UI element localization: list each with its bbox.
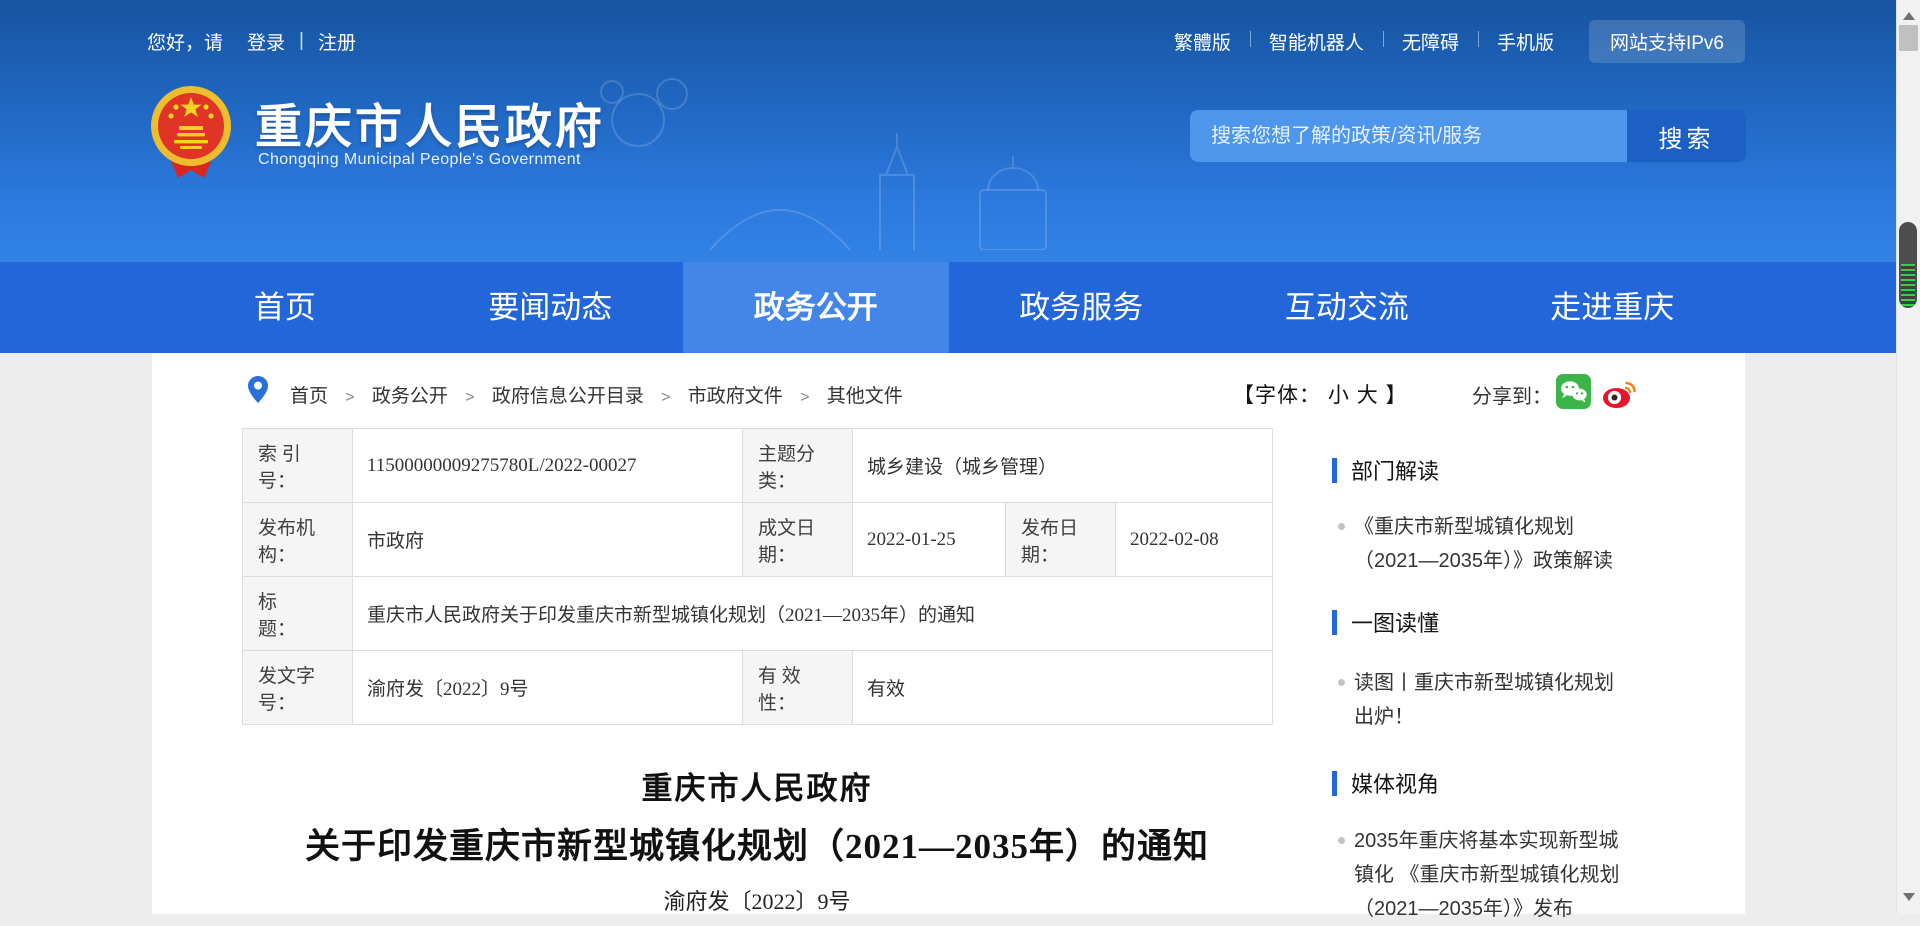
sidebar-section-media-view: 媒体视角 <box>1332 767 1439 799</box>
top-utility-bar: 您好，请 登录 | 注册 繁體版 智能机器人 无障碍 手机版 网站支持IPv6 <box>147 22 1745 60</box>
document-info-table: 索 引 号： 11500000009275780L/2022-00027 主题分… <box>242 428 1273 725</box>
breadcrumb-home[interactable]: 首页 <box>290 386 328 407</box>
validity-value: 有效 <box>853 651 1273 725</box>
content-panel: 首页 > 政务公开 > 政府信息公开目录 > 市政府文件 > 其他文件 【字体：… <box>152 353 1745 914</box>
header-banner: 您好，请 登录 | 注册 繁體版 智能机器人 无障碍 手机版 网站支持IPv6 <box>0 0 1920 262</box>
share-label: 分享到： <box>1472 386 1552 408</box>
wechat-share-icon[interactable] <box>1556 374 1591 415</box>
sidebar-section-department-interpretation: 部门解读 <box>1332 454 1439 486</box>
sidebar-item-media-article[interactable]: 2035年重庆将基本实现新型城镇化 《重庆市新型城镇化规划（2021—2035年… <box>1338 824 1626 926</box>
document-number: 渝府发〔2022〕9号 <box>242 884 1272 916</box>
sidebar-item-policy-interpretation[interactable]: 《重庆市新型城镇化规划（2021—2035年）》政策解读 <box>1338 510 1626 578</box>
breadcrumb-separator: > <box>465 389 474 406</box>
smart-robot-link[interactable]: 智能机器人 <box>1250 28 1383 55</box>
breadcrumb: 首页 > 政务公开 > 政府信息公开目录 > 市政府文件 > 其他文件 <box>290 381 903 408</box>
nav-items: 首页 要闻动态 政务公开 政务服务 互动交流 走进重庆 <box>152 262 1745 353</box>
scroll-progress-widget[interactable] <box>1899 222 1917 308</box>
traditional-chinese-link[interactable]: 繁體版 <box>1155 28 1250 55</box>
breadcrumb-separator: > <box>800 389 809 406</box>
login-register-divider: | <box>299 30 304 52</box>
breadcrumb-separator: > <box>661 389 670 406</box>
search-button[interactable]: 搜索 <box>1627 110 1746 162</box>
breadcrumb-info-directory[interactable]: 政府信息公开目录 <box>492 386 644 407</box>
ipv6-badge[interactable]: 网站支持IPv6 <box>1589 20 1745 63</box>
nav-item-gov-affairs-open[interactable]: 政务公开 <box>683 262 949 353</box>
scrollbar-track[interactable] <box>1896 0 1920 914</box>
sidebar-section-one-image: 一图读懂 <box>1332 606 1439 638</box>
publish-date-value: 2022-02-08 <box>1116 503 1273 577</box>
table-row: 发文字号： 渝府发〔2022〕9号 有 效 性： 有效 <box>243 651 1273 725</box>
index-number-label: 索 引 号： <box>243 429 353 503</box>
written-date-value: 2022-01-25 <box>853 503 1006 577</box>
breadcrumb-separator: > <box>345 389 354 406</box>
nav-item-news[interactable]: 要闻动态 <box>418 262 684 353</box>
section-accent-bar <box>1332 610 1337 635</box>
section-accent-bar <box>1332 771 1337 796</box>
doc-number-label: 发文字号： <box>243 651 353 725</box>
title-label: 标 题： <box>243 577 353 651</box>
issuing-agency-label: 发布机构： <box>243 503 353 577</box>
nav-item-interaction[interactable]: 互动交流 <box>1214 262 1480 353</box>
site-title-english: Chongqing Municipal People's Government <box>258 151 581 169</box>
validity-label: 有 效 性： <box>743 651 853 725</box>
font-label-open: 【字体： <box>1233 384 1321 407</box>
national-emblem-icon <box>150 82 232 184</box>
location-pin-icon <box>248 376 268 403</box>
section-title: 媒体视角 <box>1351 767 1439 799</box>
section-accent-bar <box>1332 458 1337 483</box>
document-org-line: 重庆市人民政府 <box>242 763 1272 808</box>
account-links: 您好，请 登录 | 注册 <box>147 28 356 55</box>
nav-item-home[interactable]: 首页 <box>152 262 418 353</box>
accessibility-link[interactable]: 无障碍 <box>1383 28 1478 55</box>
breadcrumb-other-documents[interactable]: 其他文件 <box>827 386 903 407</box>
font-larger-button[interactable]: 大 <box>1357 384 1379 407</box>
publish-date-label: 发布日期： <box>1006 503 1116 577</box>
section-title: 一图读懂 <box>1351 606 1439 638</box>
scrollbar-up-arrow-icon[interactable] <box>1903 12 1915 20</box>
breadcrumb-gov-open[interactable]: 政务公开 <box>372 386 448 407</box>
nav-item-about-chongqing[interactable]: 走进重庆 <box>1480 262 1746 353</box>
table-row: 标 题： 重庆市人民政府关于印发重庆市新型城镇化规划（2021—2035年）的通… <box>243 577 1273 651</box>
scrollbar-thumb[interactable] <box>1899 25 1918 51</box>
doc-number-value: 渝府发〔2022〕9号 <box>353 651 743 725</box>
quick-links: 繁體版 智能机器人 无障碍 手机版 网站支持IPv6 <box>1155 20 1745 63</box>
font-smaller-button[interactable]: 小 <box>1328 384 1350 407</box>
section-title: 部门解读 <box>1351 454 1439 486</box>
register-link[interactable]: 注册 <box>318 28 356 55</box>
share-bar: 分享到： <box>1472 380 1552 409</box>
weibo-share-icon[interactable] <box>1601 374 1638 416</box>
font-size-tools: 【字体： 小 大 】 <box>1233 379 1408 409</box>
font-label-close: 】 <box>1386 384 1408 407</box>
page: { "topbar": { "greeting": "您好，请", "login… <box>0 0 1920 914</box>
skyline-decoration <box>560 50 1080 250</box>
main-navigation: 首页 要闻动态 政务公开 政务服务 互动交流 走进重庆 <box>0 262 1920 353</box>
table-row: 索 引 号： 11500000009275780L/2022-00027 主题分… <box>243 429 1273 503</box>
login-link[interactable]: 登录 <box>247 28 285 55</box>
search-box: 搜索 <box>1190 110 1746 162</box>
breadcrumb-city-documents[interactable]: 市政府文件 <box>688 386 783 407</box>
topic-category-value: 城乡建设（城乡管理） <box>853 429 1273 503</box>
index-number-value: 11500000009275780L/2022-00027 <box>353 429 743 503</box>
topic-category-label: 主题分类： <box>743 429 853 503</box>
document-title: 关于印发重庆市新型城镇化规划（2021—2035年）的通知 <box>242 818 1272 869</box>
title-value: 重庆市人民政府关于印发重庆市新型城镇化规划（2021—2035年）的通知 <box>353 577 1273 651</box>
search-input[interactable] <box>1190 110 1627 162</box>
mobile-version-link[interactable]: 手机版 <box>1478 28 1573 55</box>
site-title[interactable]: 重庆市人民政府 <box>255 88 605 157</box>
scrollbar-down-arrow-icon[interactable] <box>1903 893 1915 901</box>
written-date-label: 成文日期： <box>743 503 853 577</box>
sidebar-item-read-image[interactable]: 读图丨重庆市新型城镇化规划出炉！ <box>1338 666 1626 734</box>
table-row: 发布机构： 市政府 成文日期： 2022-01-25 发布日期： 2022-02… <box>243 503 1273 577</box>
greeting-text: 您好，请 <box>147 28 223 55</box>
issuing-agency-value: 市政府 <box>353 503 743 577</box>
site-logo[interactable] <box>150 82 232 184</box>
nav-item-gov-services[interactable]: 政务服务 <box>949 262 1215 353</box>
